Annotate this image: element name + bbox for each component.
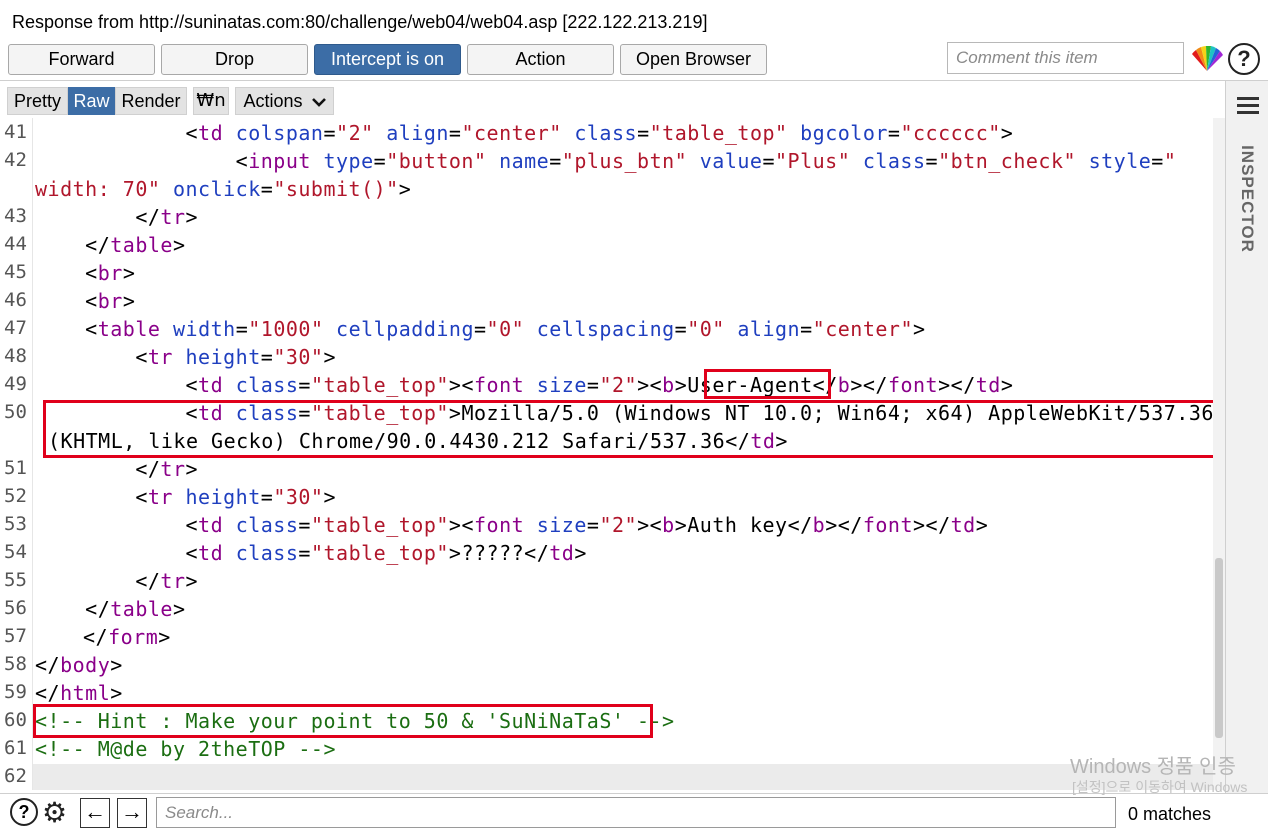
inspector-label: INSPECTOR	[1238, 145, 1257, 253]
code-line-54: <td class="table_top">?????</td>	[185, 541, 587, 565]
toolbar: Forward Drop Intercept is on Action Open…	[0, 42, 1268, 80]
line-number: 48	[4, 345, 27, 367]
code-line-41: <td colspan="2" align="center" class="ta…	[185, 121, 1014, 145]
code-line-44: </table>	[85, 233, 186, 257]
line-number: 58	[4, 653, 27, 675]
line-number: 43	[4, 205, 27, 227]
line-number: 53	[4, 513, 27, 535]
inspector-tab[interactable]: INSPECTOR	[1231, 139, 1263, 259]
line-number: 50	[4, 401, 27, 423]
code-line-43: </tr>	[135, 205, 199, 229]
chevron-down-icon	[311, 98, 326, 108]
back-arrow-button[interactable]: ←	[80, 798, 110, 828]
forward-button[interactable]: Forward	[8, 44, 155, 75]
activation-watermark-text: [설정]으로 이동하여 Windows	[1072, 779, 1248, 795]
help-icon[interactable]: ?	[10, 798, 38, 826]
code-line-58: </body>	[35, 653, 123, 677]
code-line-51: </tr>	[135, 457, 199, 481]
code-line-59: </html>	[35, 681, 123, 705]
action-button[interactable]: Action	[467, 44, 614, 75]
code-line-55: </tr>	[135, 569, 199, 593]
hint-comment-highlight-box	[33, 704, 653, 738]
line-number: 47	[4, 317, 27, 339]
view-tabs: Pretty Raw Render ₩n Actions	[0, 84, 1225, 118]
code-line-61: <!-- M@de by 2theTOP -->	[35, 737, 336, 761]
user-agent-value-highlight-box	[43, 400, 1220, 458]
editor-scrollbar[interactable]	[1213, 118, 1225, 790]
user-agent-highlight-box	[704, 369, 831, 399]
code-line-45: <br>	[85, 261, 136, 285]
tab-actions[interactable]: Actions	[235, 87, 334, 115]
response-editor[interactable]: 41 42 43 44 45 46 47 48 49 50 51 52 53 54 55 56 57 58 59 60…	[0, 118, 1225, 790]
inspector-panel[interactable]: INSPECTOR	[1225, 81, 1268, 793]
line-number: 57	[4, 625, 27, 647]
line-number: 41	[4, 121, 27, 143]
tab-newline[interactable]: ₩n	[193, 87, 229, 115]
code-line-47: <table width="1000" cellpadding="0" cell…	[85, 317, 926, 341]
forward-arrow-button[interactable]: →	[117, 798, 147, 828]
gear-icon[interactable]: ⚙	[42, 798, 74, 828]
code-line-48: <tr height="30">	[135, 345, 337, 369]
comment-input[interactable]	[947, 42, 1184, 74]
line-number: 52	[4, 485, 27, 507]
intercept-toggle-button[interactable]: Intercept is on	[314, 44, 461, 75]
scrollbar-thumb[interactable]	[1215, 558, 1223, 738]
code-line-52: <tr height="30">	[135, 485, 337, 509]
line-number: 62	[4, 765, 27, 787]
actions-label: Actions	[243, 91, 303, 111]
highlight-color-icon[interactable]	[1190, 46, 1224, 72]
search-bar: ? ⚙ ← → 0 matches	[0, 793, 1268, 833]
search-input[interactable]	[156, 797, 1116, 828]
line-number: 59	[4, 681, 27, 703]
line-number: 49	[4, 373, 27, 395]
line-number: 42	[4, 149, 27, 171]
tab-raw[interactable]: Raw	[68, 87, 115, 115]
match-count: 0 matches	[1128, 804, 1212, 824]
line-number: 51	[4, 457, 27, 479]
line-number: 46	[4, 289, 27, 311]
code-line-46: <br>	[85, 289, 136, 313]
tab-pretty[interactable]: Pretty	[7, 87, 68, 115]
menu-icon[interactable]	[1237, 97, 1259, 118]
drop-button[interactable]: Drop	[161, 44, 308, 75]
line-number: 44	[4, 233, 27, 255]
line-number: 54	[4, 541, 27, 563]
open-browser-button[interactable]: Open Browser	[620, 44, 767, 75]
code-line-42-wrap: width: 70" onclick="submit()">	[35, 177, 412, 201]
line-number-gutter: 41 42 43 44 45 46 47 48 49 50 51 52 53 54 55 56 57 58 59 60…	[0, 118, 33, 790]
line-number: 60	[4, 709, 27, 731]
help-icon[interactable]: ?	[1228, 43, 1260, 75]
code-line-42: <input type="button" name="plus_btn" val…	[235, 149, 1177, 173]
code-line-56: </table>	[85, 597, 186, 621]
current-line-highlight	[33, 764, 1213, 790]
line-number: 55	[4, 569, 27, 591]
line-number: 45	[4, 261, 27, 283]
divider	[0, 80, 1268, 81]
code-line-53: <td class="table_top"><font size="2"><b>…	[185, 513, 989, 537]
window-title-bar: Response from http://suninatas.com:80/ch…	[0, 0, 1268, 44]
activation-watermark-title: Windows 정품 인증	[1070, 756, 1236, 778]
line-number: 61	[4, 737, 27, 759]
code-line-57: </form>	[83, 625, 171, 649]
line-number: 56	[4, 597, 27, 619]
tab-render[interactable]: Render	[115, 87, 187, 115]
code-line-49: <td class="table_top"><font size="2"><b>…	[185, 373, 1014, 397]
window-title: Response from http://suninatas.com:80/ch…	[12, 12, 708, 32]
